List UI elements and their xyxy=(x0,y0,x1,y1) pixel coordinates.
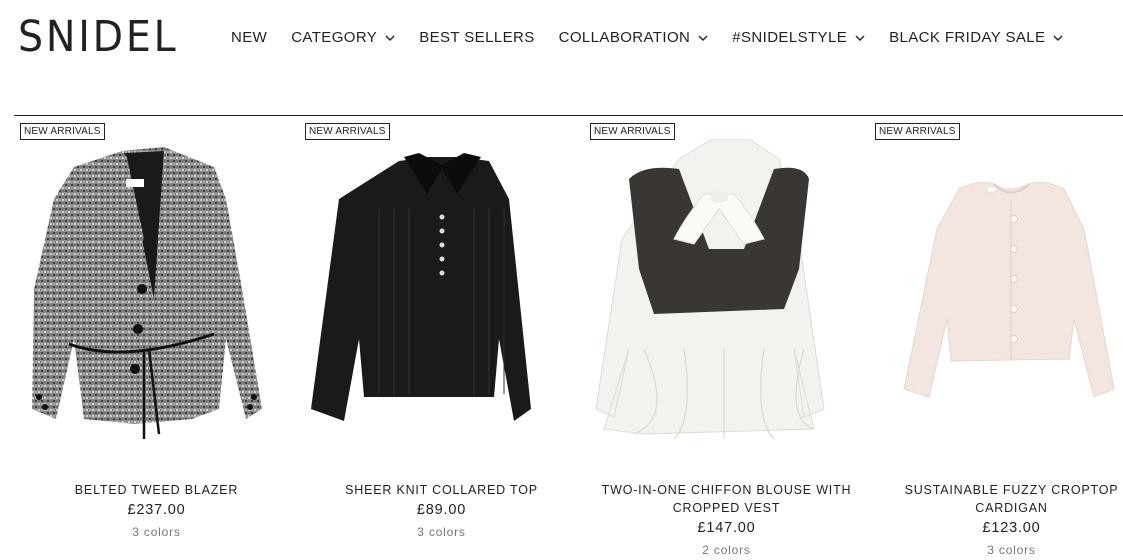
new-arrivals-badge: NEW ARRIVALS xyxy=(20,123,105,140)
main-nav: NEW CATEGORY BEST SELLERS COLLABORATION … xyxy=(231,29,1087,46)
product-price: £123.00 xyxy=(982,520,1041,536)
chevron-down-icon xyxy=(385,35,395,41)
nav-best-sellers-label: BEST SELLERS xyxy=(419,29,535,46)
product-price: £89.00 xyxy=(416,502,467,518)
nav-collaboration[interactable]: COLLABORATION xyxy=(559,29,709,46)
chevron-down-icon xyxy=(1053,35,1063,41)
product-card[interactable]: NEW ARRIVALS SHEER KNIT COLLARED TOP £89… xyxy=(299,117,584,560)
nav-best-sellers[interactable]: BEST SELLERS xyxy=(419,29,534,46)
product-price: £237.00 xyxy=(127,502,186,518)
product-name[interactable]: SUSTAINABLE FUZZY CROPTOP CARDIGAN £123.… xyxy=(869,481,1123,559)
product-name[interactable]: BELTED TWEED BLAZER £237.00 3 colors xyxy=(14,481,299,541)
nav-black-friday-sale-label: BLACK FRIDAY SALE xyxy=(889,29,1046,46)
chevron-down-icon xyxy=(698,35,708,41)
product-name-text: SUSTAINABLE FUZZY CROPTOP CARDIGAN xyxy=(904,483,1119,515)
new-arrivals-badge: NEW ARRIVALS xyxy=(590,123,675,140)
product-name-text: BELTED TWEED BLAZER xyxy=(74,483,239,497)
chevron-down-icon xyxy=(855,35,865,41)
product-card[interactable]: NEW ARRIVALS BELTED TWEED BLAZER £237.00… xyxy=(14,117,299,560)
header-divider xyxy=(14,115,1123,116)
product-card[interactable]: NEW ARRIVALS TWO-IN-ONE CHIFFON BLOUSE W… xyxy=(584,117,869,560)
chiffon-blouse-image[interactable] xyxy=(584,139,869,469)
nav-snidelstyle[interactable]: #SNIDELSTYLE xyxy=(732,29,865,46)
nav-category-label: CATEGORY xyxy=(291,29,378,46)
knit-top-image[interactable] xyxy=(299,139,584,469)
product-name-text: SHEER KNIT COLLARED TOP xyxy=(345,483,538,497)
nav-category[interactable]: CATEGORY xyxy=(291,29,395,46)
product-colors: 3 colors xyxy=(132,525,181,539)
tweed-blazer-image[interactable] xyxy=(14,139,299,469)
product-colors: 3 colors xyxy=(417,525,466,539)
nav-new[interactable]: NEW xyxy=(231,29,267,46)
nav-snidelstyle-label: #SNIDELSTYLE xyxy=(732,29,848,46)
product-name-text: TWO-IN-ONE CHIFFON BLOUSE WITH CROPPED V… xyxy=(601,483,852,515)
nav-black-friday-sale[interactable]: BLACK FRIDAY SALE xyxy=(889,29,1063,46)
nav-collaboration-label: COLLABORATION xyxy=(558,29,691,46)
product-card[interactable]: NEW ARRIVALS SUSTAINABLE FUZZY CROPTOP C… xyxy=(869,117,1123,560)
nav-new-label: NEW xyxy=(231,29,268,46)
new-arrivals-badge: NEW ARRIVALS xyxy=(875,123,960,140)
product-colors: 2 colors xyxy=(702,543,751,557)
logo[interactable]: SNIDEL xyxy=(18,16,178,59)
product-name[interactable]: TWO-IN-ONE CHIFFON BLOUSE WITH CROPPED V… xyxy=(584,481,869,559)
product-colors: 3 colors xyxy=(987,543,1036,557)
new-arrivals-badge: NEW ARRIVALS xyxy=(305,123,390,140)
cardigan-image[interactable] xyxy=(869,139,1123,469)
product-price: £147.00 xyxy=(697,520,756,536)
product-name[interactable]: SHEER KNIT COLLARED TOP £89.00 3 colors xyxy=(299,481,584,541)
